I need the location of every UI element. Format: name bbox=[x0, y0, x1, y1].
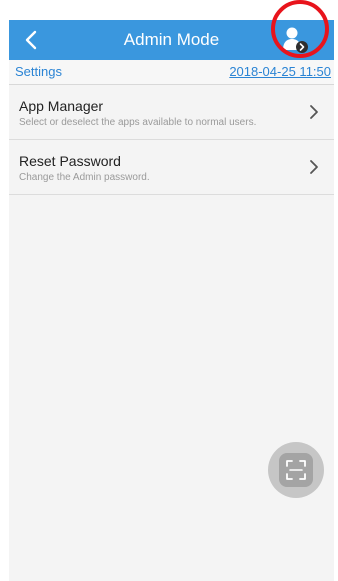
item-title: App Manager bbox=[19, 98, 104, 114]
item-description: Select or deselect the apps available to… bbox=[19, 117, 257, 128]
scan-icon bbox=[286, 460, 306, 480]
admin-user-button[interactable] bbox=[275, 24, 315, 56]
list-item-app-manager[interactable]: App Manager Select or deselect the apps … bbox=[9, 85, 334, 140]
item-title: Reset Password bbox=[19, 153, 121, 169]
settings-link[interactable]: Settings bbox=[15, 60, 62, 84]
subheader-bar: Settings 2018-04-25 11:50 bbox=[9, 60, 334, 85]
list-item-reset-password[interactable]: Reset Password Change the Admin password… bbox=[9, 140, 334, 195]
page-title: Admin Mode bbox=[123, 30, 220, 49]
app-window: Admin Mode Settings 2018-04-25 11:50 App… bbox=[9, 20, 334, 581]
settings-list: App Manager Select or deselect the apps … bbox=[9, 85, 334, 195]
chevron-right-icon bbox=[310, 105, 318, 119]
date-link[interactable]: 2018-04-25 11:50 bbox=[229, 60, 331, 84]
screen: Admin Mode Settings 2018-04-25 11:50 App… bbox=[0, 0, 338, 581]
scan-button-face bbox=[279, 453, 313, 487]
user-settings-icon bbox=[283, 27, 308, 53]
back-button[interactable] bbox=[13, 20, 49, 60]
title-bar: Admin Mode bbox=[9, 20, 334, 60]
chevron-left-icon bbox=[25, 30, 37, 50]
scan-button[interactable] bbox=[268, 442, 324, 498]
chevron-right-icon bbox=[310, 160, 318, 174]
item-description: Change the Admin password. bbox=[19, 172, 150, 183]
